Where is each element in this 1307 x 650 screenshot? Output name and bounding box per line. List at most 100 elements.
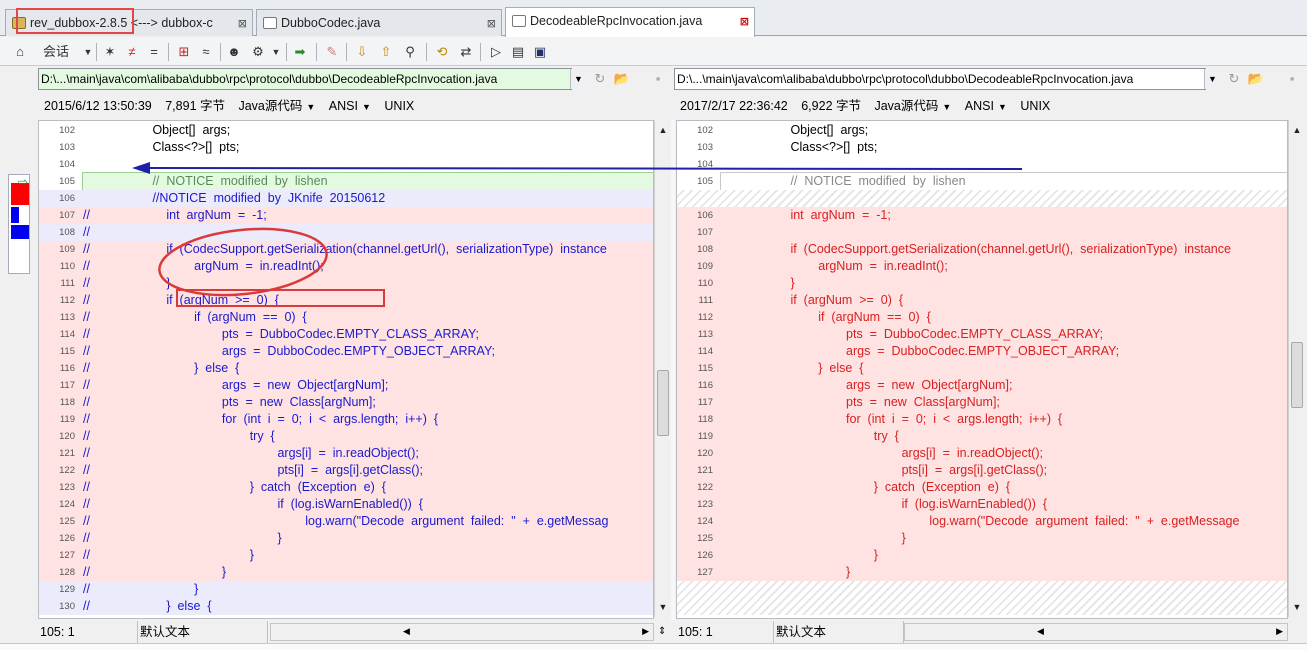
code-line[interactable]: 117 // args = new Object[argNum]; bbox=[39, 377, 653, 394]
edit-icon[interactable]: ✎ bbox=[322, 42, 342, 62]
code-line[interactable]: 120 args[i] = in.readObject(); bbox=[677, 445, 1287, 462]
tab-decodeablerpcinvocation[interactable]: DecodeableRpcInvocation.java ⊠ bbox=[505, 7, 755, 37]
right-path-dropdown[interactable]: ▼ bbox=[1204, 69, 1220, 89]
code-line[interactable]: 102 Object[] args; bbox=[677, 122, 1287, 139]
right-encoding[interactable]: ANSI bbox=[965, 99, 994, 113]
code-line[interactable]: 105 // NOTICE modified by lishen bbox=[39, 172, 653, 191]
code-line[interactable]: 122 // pts[i] = args[i].getClass(); bbox=[39, 462, 653, 479]
code-line[interactable] bbox=[677, 598, 1287, 615]
code-line[interactable]: 122 } catch (Exception e) { bbox=[677, 479, 1287, 496]
rules-icon[interactable]: ⚙ bbox=[248, 42, 268, 62]
dropdown-icon[interactable]: ▼ bbox=[266, 42, 286, 62]
session-menu-button[interactable]: 会话 bbox=[36, 42, 76, 62]
right-eol[interactable]: UNIX bbox=[1020, 99, 1050, 113]
code-line[interactable]: 103 Class<?>[] pts; bbox=[677, 139, 1287, 156]
save-icon[interactable]: ▪ bbox=[1282, 69, 1302, 89]
code-line[interactable]: 108 // bbox=[39, 224, 653, 241]
code-line[interactable]: 113 pts = DubboCodec.EMPTY_CLASS_ARRAY; bbox=[677, 326, 1287, 343]
right-code-pane[interactable]: 102 Object[] args; 103 Class<?>[] pts; 104… bbox=[676, 120, 1288, 619]
show-same-icon[interactable]: = bbox=[144, 42, 164, 62]
code-line[interactable]: 119 try { bbox=[677, 428, 1287, 445]
refresh-icon[interactable]: ↻ bbox=[590, 69, 610, 89]
scroll-left-icon[interactable]: ◀ bbox=[403, 626, 410, 637]
code-line[interactable]: 128 // } bbox=[39, 564, 653, 581]
right-format[interactable]: Java源代码 bbox=[874, 99, 938, 113]
code-line[interactable]: 111 if (argNum >= 0) { bbox=[677, 292, 1287, 309]
save-icon[interactable]: ▣ bbox=[530, 42, 550, 62]
scroll-up-icon[interactable]: ▲ bbox=[1289, 122, 1305, 138]
right-horizontal-scrollbar[interactable]: ◀ ▶ bbox=[904, 623, 1288, 641]
code-line[interactable]: 126 // } bbox=[39, 530, 653, 547]
dropdown-icon[interactable]: ▼ bbox=[78, 42, 98, 62]
pane-splitter[interactable] bbox=[671, 120, 675, 620]
code-line[interactable]: 119 // for (int i = 0; i < args.length; i… bbox=[39, 411, 653, 428]
code-line[interactable]: 115 // args = DubboCodec.EMPTY_OBJECT_ARR… bbox=[39, 343, 653, 360]
right-vertical-scrollbar[interactable]: ▲ ▼ bbox=[1288, 120, 1305, 617]
code-line[interactable]: 121 pts[i] = args[i].getClass(); bbox=[677, 462, 1287, 479]
code-line[interactable]: 118 // pts = new Class[argNum]; bbox=[39, 394, 653, 411]
code-line[interactable]: 123 // } catch (Exception e) { bbox=[39, 479, 653, 496]
user-icon[interactable]: ☻ bbox=[224, 42, 244, 62]
code-line[interactable] bbox=[677, 190, 1287, 207]
code-line[interactable]: 107 // int argNum = -1; bbox=[39, 207, 653, 224]
code-line[interactable]: 127 } bbox=[677, 564, 1287, 581]
open-folder-icon[interactable]: 📂 bbox=[612, 69, 632, 89]
code-line[interactable]: 110 } bbox=[677, 275, 1287, 292]
code-line[interactable]: 129 // } bbox=[39, 581, 653, 598]
code-line[interactable]: 118 for (int i = 0; i < args.length; i++… bbox=[677, 411, 1287, 428]
show-all-icon[interactable]: ✶ bbox=[100, 42, 120, 62]
dropdown-icon[interactable]: ▼ bbox=[998, 102, 1007, 112]
code-line[interactable]: 106 //NOTICE modified by JKnife 20150612 bbox=[39, 190, 653, 207]
code-line[interactable]: 120 // try { bbox=[39, 428, 653, 445]
scroll-right-icon[interactable]: ▶ bbox=[1276, 626, 1283, 637]
find-icon[interactable]: ⚲ bbox=[400, 42, 420, 62]
left-horizontal-scrollbar[interactable]: ◀ ▶ bbox=[270, 623, 654, 641]
dropdown-icon[interactable]: ▼ bbox=[362, 102, 371, 112]
left-path-input[interactable]: D:\...\main\java\com\alibaba\dubbo\rpc\p… bbox=[38, 68, 572, 90]
code-line[interactable]: 121 // args[i] = in.readObject(); bbox=[39, 445, 653, 462]
code-line[interactable]: 114 // pts = DubboCodec.EMPTY_CLASS_ARRAY… bbox=[39, 326, 653, 343]
code-line[interactable]: 130 // } else { bbox=[39, 598, 653, 615]
code-line[interactable]: 104 bbox=[39, 156, 653, 173]
code-line[interactable]: 125 } bbox=[677, 530, 1287, 547]
swap-icon[interactable]: ⇄ bbox=[456, 42, 476, 62]
open-folder-icon[interactable]: 📂 bbox=[1246, 69, 1266, 89]
code-line[interactable]: 103 Class<?>[] pts; bbox=[39, 139, 653, 156]
code-line[interactable]: 109 // if (CodecSupport.getSerialization(… bbox=[39, 241, 653, 258]
code-line[interactable]: 102 Object[] args; bbox=[39, 122, 653, 139]
code-line[interactable]: 109 argNum = in.readInt(); bbox=[677, 258, 1287, 275]
code-line[interactable]: 125 // log.warn("Decode argument failed: … bbox=[39, 513, 653, 530]
code-line[interactable]: 124 log.warn("Decode argument failed: " … bbox=[677, 513, 1287, 530]
show-diffs-icon[interactable]: ≠ bbox=[122, 42, 142, 62]
code-line[interactable]: 105 // NOTICE modified by lishen bbox=[677, 172, 1287, 191]
next-diff-icon[interactable]: ⇩ bbox=[352, 42, 372, 62]
code-line[interactable]: 116 // } else { bbox=[39, 360, 653, 377]
save-icon[interactable]: ▪ bbox=[648, 69, 668, 89]
code-line[interactable]: 111 // } bbox=[39, 275, 653, 292]
code-line[interactable]: 112 // if (argNum >= 0) { bbox=[39, 292, 653, 309]
scroll-up-icon[interactable]: ▲ bbox=[655, 122, 671, 138]
code-line[interactable]: 113 // if (argNum == 0) { bbox=[39, 309, 653, 326]
scroll-thumb[interactable] bbox=[1291, 342, 1303, 408]
view-icon[interactable]: ▤ bbox=[508, 42, 528, 62]
close-icon[interactable]: ⊠ bbox=[238, 11, 247, 36]
scroll-down-icon[interactable]: ▼ bbox=[1289, 599, 1305, 615]
left-format[interactable]: Java源代码 bbox=[238, 99, 302, 113]
code-line[interactable]: 123 if (log.isWarnEnabled()) { bbox=[677, 496, 1287, 513]
code-line[interactable] bbox=[677, 581, 1287, 598]
left-vertical-scrollbar[interactable]: ▲ ▼ bbox=[654, 120, 671, 617]
scroll-left-icon[interactable]: ◀ bbox=[1037, 626, 1044, 637]
right-path-input[interactable]: D:\...\main\java\com\alibaba\dubbo\rpc\p… bbox=[674, 68, 1206, 90]
diff-overview-map[interactable] bbox=[8, 174, 30, 274]
tab-dubbocodec[interactable]: DubboCodec.java ⊠ bbox=[256, 9, 502, 36]
diff-grid-icon[interactable]: ⊞ bbox=[174, 42, 194, 62]
sync-icon[interactable]: ⟲ bbox=[432, 42, 452, 62]
code-line[interactable]: 108 if (CodecSupport.getSerialization(ch… bbox=[677, 241, 1287, 258]
refresh-icon[interactable]: ↻ bbox=[1224, 69, 1244, 89]
code-line[interactable]: 114 args = DubboCodec.EMPTY_OBJECT_ARRAY… bbox=[677, 343, 1287, 360]
copy-right-icon[interactable]: ➡ bbox=[290, 42, 310, 62]
code-line[interactable]: 116 args = new Object[argNum]; bbox=[677, 377, 1287, 394]
dropdown-icon[interactable]: ▼ bbox=[942, 102, 951, 112]
sync-scroll-icon[interactable]: ⇕ bbox=[658, 626, 666, 637]
dropdown-icon[interactable]: ▼ bbox=[306, 102, 315, 112]
